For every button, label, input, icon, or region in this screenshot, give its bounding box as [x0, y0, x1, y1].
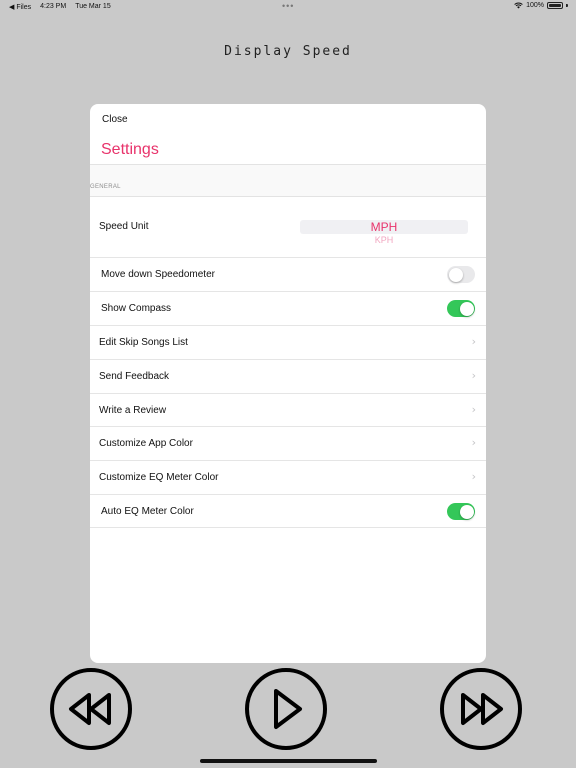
chevron-right-icon: › [471, 470, 476, 483]
picker-option-mph[interactable]: MPH [300, 220, 468, 234]
auto-eq-color-label: Auto EQ Meter Color [101, 506, 194, 517]
rewind-button[interactable] [50, 668, 132, 750]
chevron-right-icon: › [471, 335, 476, 348]
speed-unit-picker[interactable]: MPH [300, 220, 468, 234]
customize-eq-color-row[interactable]: Customize EQ Meter Color › [90, 461, 486, 495]
auto-eq-color-row: Auto EQ Meter Color [90, 495, 486, 528]
battery-tip [566, 4, 568, 7]
battery-icon [547, 2, 563, 9]
edit-skip-songs-label: Edit Skip Songs List [99, 337, 188, 348]
section-band [90, 165, 486, 196]
edit-skip-songs-row[interactable]: Edit Skip Songs List › [90, 326, 486, 360]
back-to-files-link[interactable]: ◀ Files [9, 3, 31, 11]
close-button[interactable]: Close [102, 114, 128, 125]
customize-app-color-row[interactable]: Customize App Color › [90, 427, 486, 461]
move-down-speedometer-row: Move down Speedometer [90, 258, 486, 292]
multitasking-dots[interactable]: ••• [282, 1, 294, 11]
chevron-right-icon: › [471, 403, 476, 416]
show-compass-label: Show Compass [101, 303, 172, 314]
speed-unit-label: Speed Unit [99, 221, 149, 232]
move-down-speedometer-toggle[interactable] [447, 266, 475, 283]
status-bar: ◀ Files 4:23 PM Tue Mar 15 ••• 100% [0, 0, 576, 14]
status-date: Tue Mar 15 [75, 3, 111, 10]
wifi-icon [514, 2, 523, 9]
customize-eq-color-label: Customize EQ Meter Color [99, 472, 219, 483]
app-title: Display Speed [224, 44, 352, 59]
move-down-speedometer-label: Move down Speedometer [101, 269, 215, 280]
settings-sheet: Close Settings GENERAL Speed Unit MPH KP… [90, 104, 486, 663]
toggle-knob [448, 267, 463, 282]
write-review-label: Write a Review [99, 405, 167, 416]
status-right: 100% [514, 2, 568, 9]
status-time: 4:23 PM [40, 3, 67, 10]
toggle-knob [459, 504, 474, 519]
fast-forward-button[interactable] [440, 668, 522, 750]
play-icon [274, 689, 302, 729]
settings-title: Settings [101, 141, 159, 158]
send-feedback-row[interactable]: Send Feedback › [90, 360, 486, 394]
chevron-right-icon: › [471, 436, 476, 449]
status-left: ◀ Files 4:23 PM Tue Mar 15 [9, 3, 111, 11]
speed-unit-row: Speed Unit MPH KPH [90, 197, 486, 258]
rewind-icon [69, 693, 111, 725]
show-compass-toggle[interactable] [447, 300, 475, 317]
chevron-right-icon: › [471, 369, 476, 382]
battery-percent: 100% [526, 2, 544, 9]
picker-option-kph[interactable]: KPH [300, 235, 468, 245]
show-compass-row: Show Compass [90, 292, 486, 326]
send-feedback-label: Send Feedback [99, 371, 170, 382]
play-button[interactable] [245, 668, 327, 750]
fast-forward-icon [461, 693, 503, 725]
customize-app-color-label: Customize App Color [99, 438, 193, 449]
write-review-row[interactable]: Write a Review › [90, 394, 486, 427]
auto-eq-color-toggle[interactable] [447, 503, 475, 520]
home-indicator[interactable] [200, 759, 377, 763]
section-header-general: GENERAL [90, 184, 121, 190]
toggle-knob [459, 301, 474, 316]
